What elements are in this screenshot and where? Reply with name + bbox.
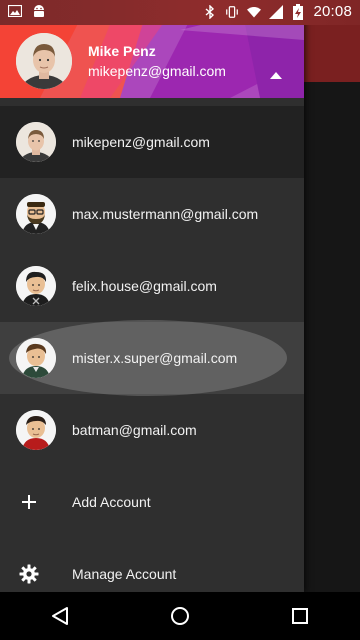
wifi-icon <box>247 5 262 19</box>
account-row-mikepenz[interactable]: mikepenz@gmail.com <box>0 106 304 178</box>
chevron-up-icon[interactable] <box>268 70 284 80</box>
manage-account-label: Manage Account <box>72 566 177 582</box>
profile-avatar[interactable] <box>16 33 72 89</box>
mike-photo <box>16 122 56 162</box>
account-email: mister.x.super@gmail.com <box>72 350 238 366</box>
account-email: felix.house@gmail.com <box>72 278 217 294</box>
navigation-bar <box>0 592 360 640</box>
red-jacket-man-avatar <box>16 410 56 450</box>
recents-icon[interactable] <box>280 596 320 636</box>
account-row-misterx[interactable]: mister.x.super@gmail.com <box>0 320 304 396</box>
bluetooth-icon <box>203 4 217 19</box>
home-icon[interactable] <box>160 596 200 636</box>
vibrate-icon <box>225 5 239 19</box>
content-scrim[interactable] <box>304 82 360 592</box>
account-email: max.mustermann@gmail.com <box>72 206 259 222</box>
account-row-max[interactable]: max.mustermann@gmail.com <box>0 178 304 250</box>
navigation-drawer: Mike Penz mikepenz@gmail.com mikepenz@gm… <box>0 0 304 592</box>
plus-icon <box>18 491 40 513</box>
add-account-label: Add Account <box>72 494 151 510</box>
account-email: batman@gmail.com <box>72 422 197 438</box>
toolbar-background <box>304 25 360 82</box>
image-icon <box>8 4 22 18</box>
status-bar: 20:08 <box>0 0 360 25</box>
account-row-felix[interactable]: felix.house@gmail.com <box>0 250 304 322</box>
account-list: mikepenz@gmail.com max.mustermann@gmail.… <box>0 98 304 592</box>
gear-icon <box>18 563 40 585</box>
account-email: mikepenz@gmail.com <box>72 134 210 150</box>
signal-icon <box>269 4 284 19</box>
brown-hair-man-avatar <box>16 338 56 378</box>
android-icon <box>32 4 46 18</box>
profile-name: Mike Penz <box>88 43 156 59</box>
account-row-batman[interactable]: batman@gmail.com <box>0 394 304 466</box>
battery-charging-icon <box>291 3 305 20</box>
bearded-man-avatar <box>16 194 56 234</box>
status-time: 20:08 <box>313 3 352 20</box>
back-icon[interactable] <box>40 596 80 636</box>
dark-hair-man-avatar <box>16 266 56 306</box>
profile-email: mikepenz@gmail.com <box>88 63 226 79</box>
add-account-button[interactable]: Add Account <box>0 466 304 538</box>
manage-account-button[interactable]: Manage Account <box>0 538 304 592</box>
